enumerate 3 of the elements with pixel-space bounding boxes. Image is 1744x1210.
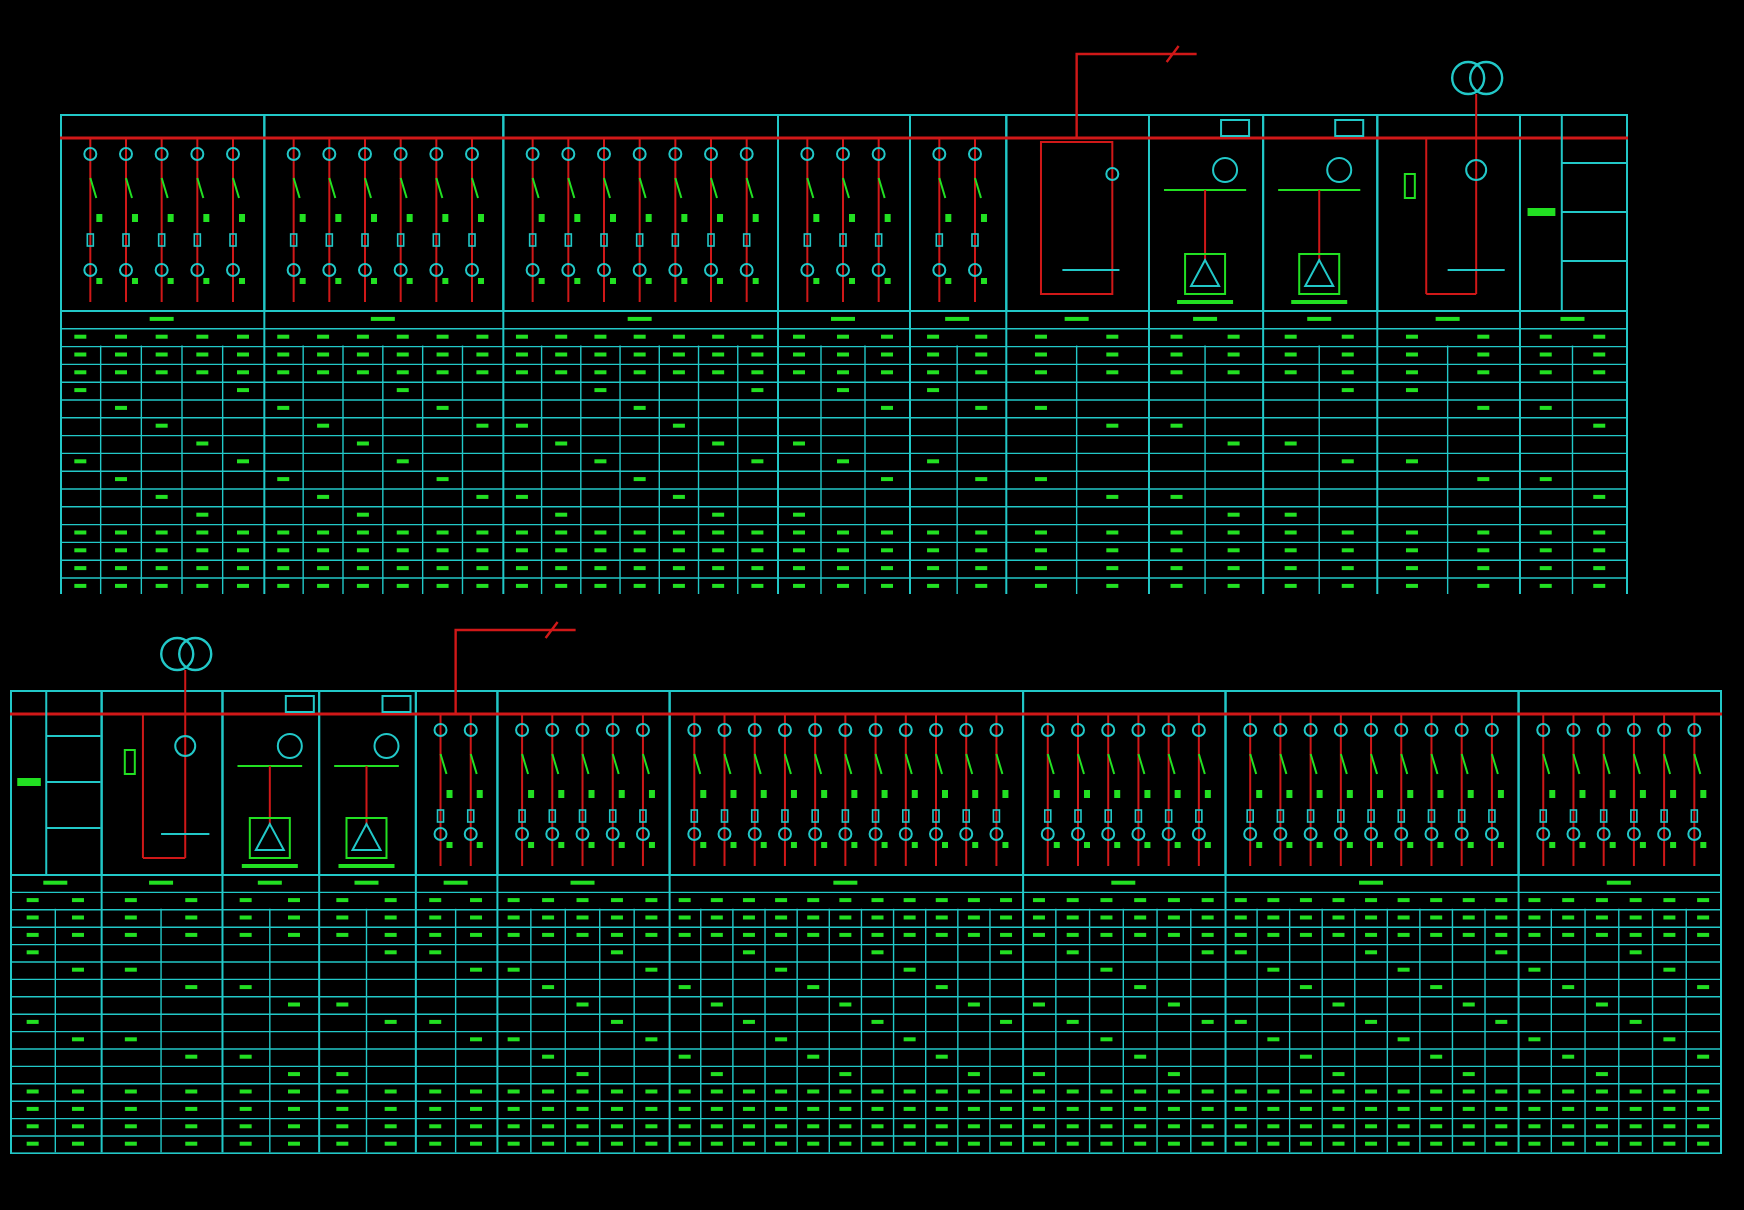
cable-drawing: [454, 620, 577, 716]
transformer-icon: [1451, 60, 1504, 115]
transformer-icon: [160, 636, 213, 691]
